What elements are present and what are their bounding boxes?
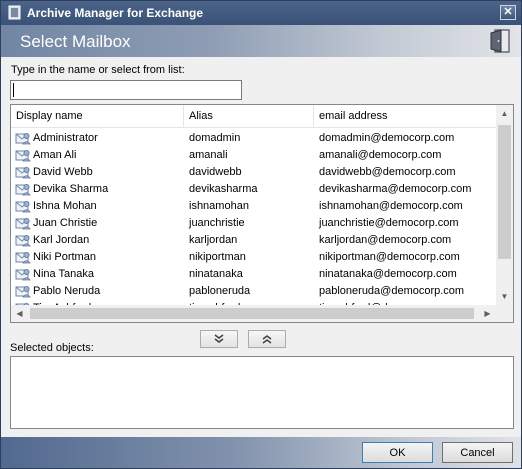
cell-display-name: Juan Christie (33, 217, 98, 229)
cell-alias: domadmin (189, 132, 241, 144)
cell-display-name: Niki Portman (33, 251, 96, 263)
table-row[interactable]: Pablo Neruda pabloneruda pabloneruda@democ… (11, 283, 496, 300)
cell-email: pabloneruda@democorp.com (319, 285, 465, 297)
cell-alias: amanali (189, 149, 228, 161)
header-banner: Select Mailbox (1, 25, 521, 57)
cell-alias: devikasharma (189, 183, 258, 195)
mailbox-user-icon (15, 216, 31, 231)
cell-email: devikasharma@democorp.com (319, 183, 472, 195)
mailbox-user-icon (15, 250, 31, 265)
search-input[interactable] (10, 80, 242, 100)
cell-display-name: Administrator (33, 132, 98, 144)
cell-display-name: Karl Jordan (33, 234, 90, 246)
cell-display-name: David Webb (33, 166, 93, 178)
mailbox-user-icon (15, 267, 31, 282)
search-label: Type in the name or select from list: (11, 64, 185, 76)
cell-display-name: Ishna Mohan (33, 200, 97, 212)
cell-alias: pabloneruda (189, 285, 251, 297)
cell-display-name: Devika Sharma (33, 183, 109, 195)
list-rows: Administrator domadmin domadmin@democorp.c… (11, 128, 496, 305)
column-headers: Display name Alias email address (11, 105, 496, 128)
mailbox-list[interactable]: Display name Alias email address Adminis… (10, 104, 514, 323)
cell-email: amanali@democorp.com (319, 149, 442, 161)
mailbox-user-icon (15, 233, 31, 248)
table-row[interactable]: Niki Portman nikiportman nikiportman@democ… (11, 249, 496, 266)
cell-alias: ishnamohan (189, 200, 249, 212)
cell-email: ishnamohan@democorp.com (319, 200, 463, 212)
scroll-up-icon[interactable]: ▲ (496, 105, 513, 122)
text-caret (13, 83, 14, 97)
cell-email: ninatanaka@democorp.com (319, 268, 457, 280)
mailbox-user-icon (15, 165, 31, 180)
cell-alias: ninatanaka (189, 268, 243, 280)
scroll-down-icon[interactable]: ▼ (496, 288, 513, 305)
cell-alias: juanchristie (189, 217, 245, 229)
selected-objects-list[interactable] (10, 356, 514, 429)
cell-alias: davidwebb (189, 166, 242, 178)
close-button[interactable]: ✕ (500, 5, 516, 20)
cell-email: nikiportman@democorp.com (319, 251, 460, 263)
door-exit-icon (490, 29, 510, 53)
cell-display-name: Pablo Neruda (33, 285, 101, 297)
table-row[interactable]: Administrator domadmin domadmin@democorp.c… (11, 130, 496, 147)
remove-selected-button[interactable] (248, 330, 286, 348)
cell-email: juanchristie@democorp.com (319, 217, 459, 229)
mailbox-user-icon (15, 182, 31, 197)
table-row[interactable]: Devika Sharma devikasharma devikasharma@de… (11, 181, 496, 198)
cell-email: domadmin@democorp.com (319, 132, 455, 144)
add-selected-button[interactable] (200, 330, 238, 348)
archive-app-icon (8, 5, 21, 20)
vertical-scrollbar[interactable]: ▲ ▼ (496, 105, 513, 305)
column-header-display-name[interactable]: Display name (11, 105, 184, 127)
cell-display-name: Aman Ali (33, 149, 77, 161)
table-row[interactable]: Nina Tanaka ninatanaka ninatanaka@democorp… (11, 266, 496, 283)
cell-display-name: Nina Tanaka (33, 268, 94, 280)
selected-objects-label: Selected objects: (10, 342, 94, 354)
table-row[interactable]: Juan Christie juanchristie juanchristie@de… (11, 215, 496, 232)
double-chevron-down-icon (214, 334, 224, 343)
table-row[interactable]: Karl Jordan karljordan karljordan@democorp… (11, 232, 496, 249)
double-chevron-up-icon (262, 335, 272, 344)
ok-button[interactable]: OK (362, 442, 433, 463)
column-header-alias[interactable]: Alias (184, 105, 314, 127)
horizontal-scroll-thumb[interactable] (30, 308, 474, 319)
scroll-left-icon[interactable]: ◀ (11, 305, 28, 322)
window-title: Archive Manager for Exchange (27, 6, 204, 20)
table-row[interactable]: Aman Ali amanali amanali@democorp.com (11, 147, 496, 164)
table-row[interactable]: David Webb davidwebb davidwebb@democorp.co… (11, 164, 496, 181)
title-bar[interactable]: Archive Manager for Exchange ✕ (1, 1, 521, 25)
dialog-window: Archive Manager for Exchange ✕ Select Ma… (0, 0, 522, 469)
cancel-button[interactable]: Cancel (442, 442, 513, 463)
cell-email: davidwebb@democorp.com (319, 166, 456, 178)
mailbox-user-icon (15, 148, 31, 163)
vertical-scroll-thumb[interactable] (498, 125, 511, 259)
mailbox-user-icon (15, 199, 31, 214)
scroll-right-icon[interactable]: ▶ (479, 305, 496, 322)
scrollbar-corner (496, 305, 513, 322)
column-header-email[interactable]: email address (314, 105, 496, 127)
cell-email: karljordan@democorp.com (319, 234, 452, 246)
horizontal-scrollbar[interactable]: ◀ ▶ (11, 305, 496, 322)
page-title: Select Mailbox (20, 32, 131, 51)
mailbox-user-icon (15, 284, 31, 299)
mailbox-user-icon (15, 131, 31, 146)
table-row[interactable]: Ishna Mohan ishnamohan ishnamohan@democorp… (11, 198, 496, 215)
cell-alias: nikiportman (189, 251, 246, 263)
cell-alias: karljordan (189, 234, 238, 246)
